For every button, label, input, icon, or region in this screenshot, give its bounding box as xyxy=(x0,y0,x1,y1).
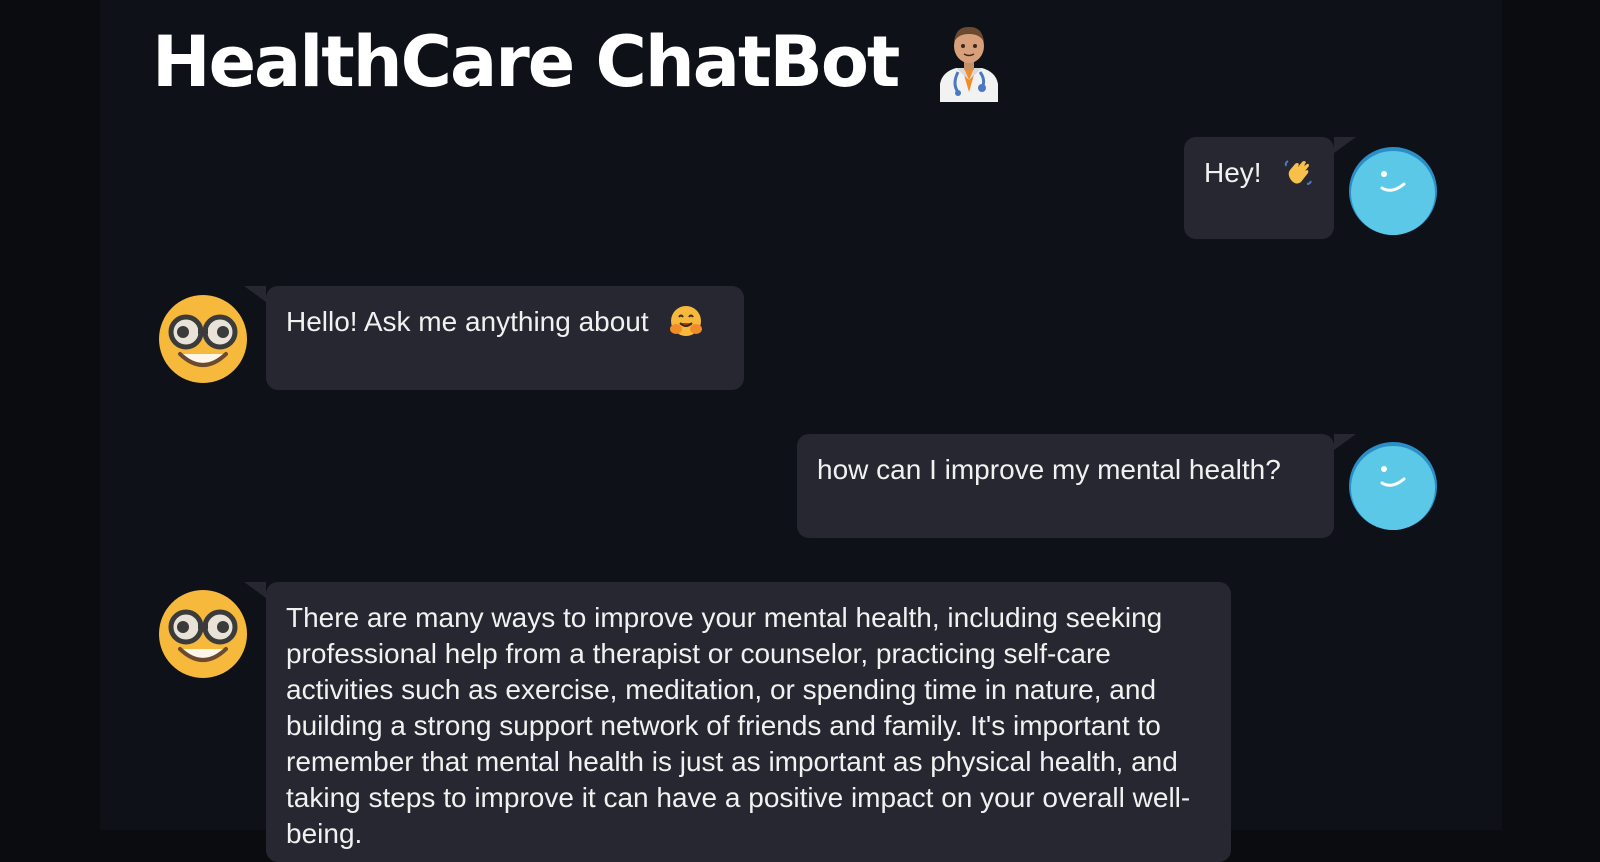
user-avatar xyxy=(1348,146,1438,236)
bot-avatar xyxy=(158,589,248,679)
user-message-bubble: Hey! xyxy=(1184,137,1356,239)
user-message-bubble: how can I improve my mental health? xyxy=(797,434,1356,538)
hugging-face-emoji-icon xyxy=(670,305,703,346)
message-text: how can I improve my mental health? xyxy=(817,454,1281,485)
bot-avatar xyxy=(158,294,248,384)
user-avatar xyxy=(1348,441,1438,531)
bot-message-bubble: Hello! Ask me anything about xyxy=(244,286,744,390)
message-text: Hey! xyxy=(1204,157,1262,188)
page-title: HealthCare ChatBot xyxy=(152,22,1004,102)
message-text: There are many ways to improve your ment… xyxy=(286,602,1191,849)
nerd-face-avatar-icon xyxy=(159,590,247,678)
doctor-emoji-icon xyxy=(934,22,1004,102)
message-text: Hello! Ask me anything about xyxy=(286,306,649,337)
smiley-avatar-icon xyxy=(1349,442,1437,530)
waving-hand-emoji-icon xyxy=(1283,158,1313,197)
chat-app: HealthCare ChatBot Hey! Hello! Ask me an… xyxy=(100,0,1502,862)
smiley-avatar-icon xyxy=(1349,147,1437,235)
nerd-face-avatar-icon xyxy=(159,295,247,383)
bot-message-bubble: There are many ways to improve your ment… xyxy=(244,582,1231,862)
page-title-text: HealthCare ChatBot xyxy=(152,21,900,103)
